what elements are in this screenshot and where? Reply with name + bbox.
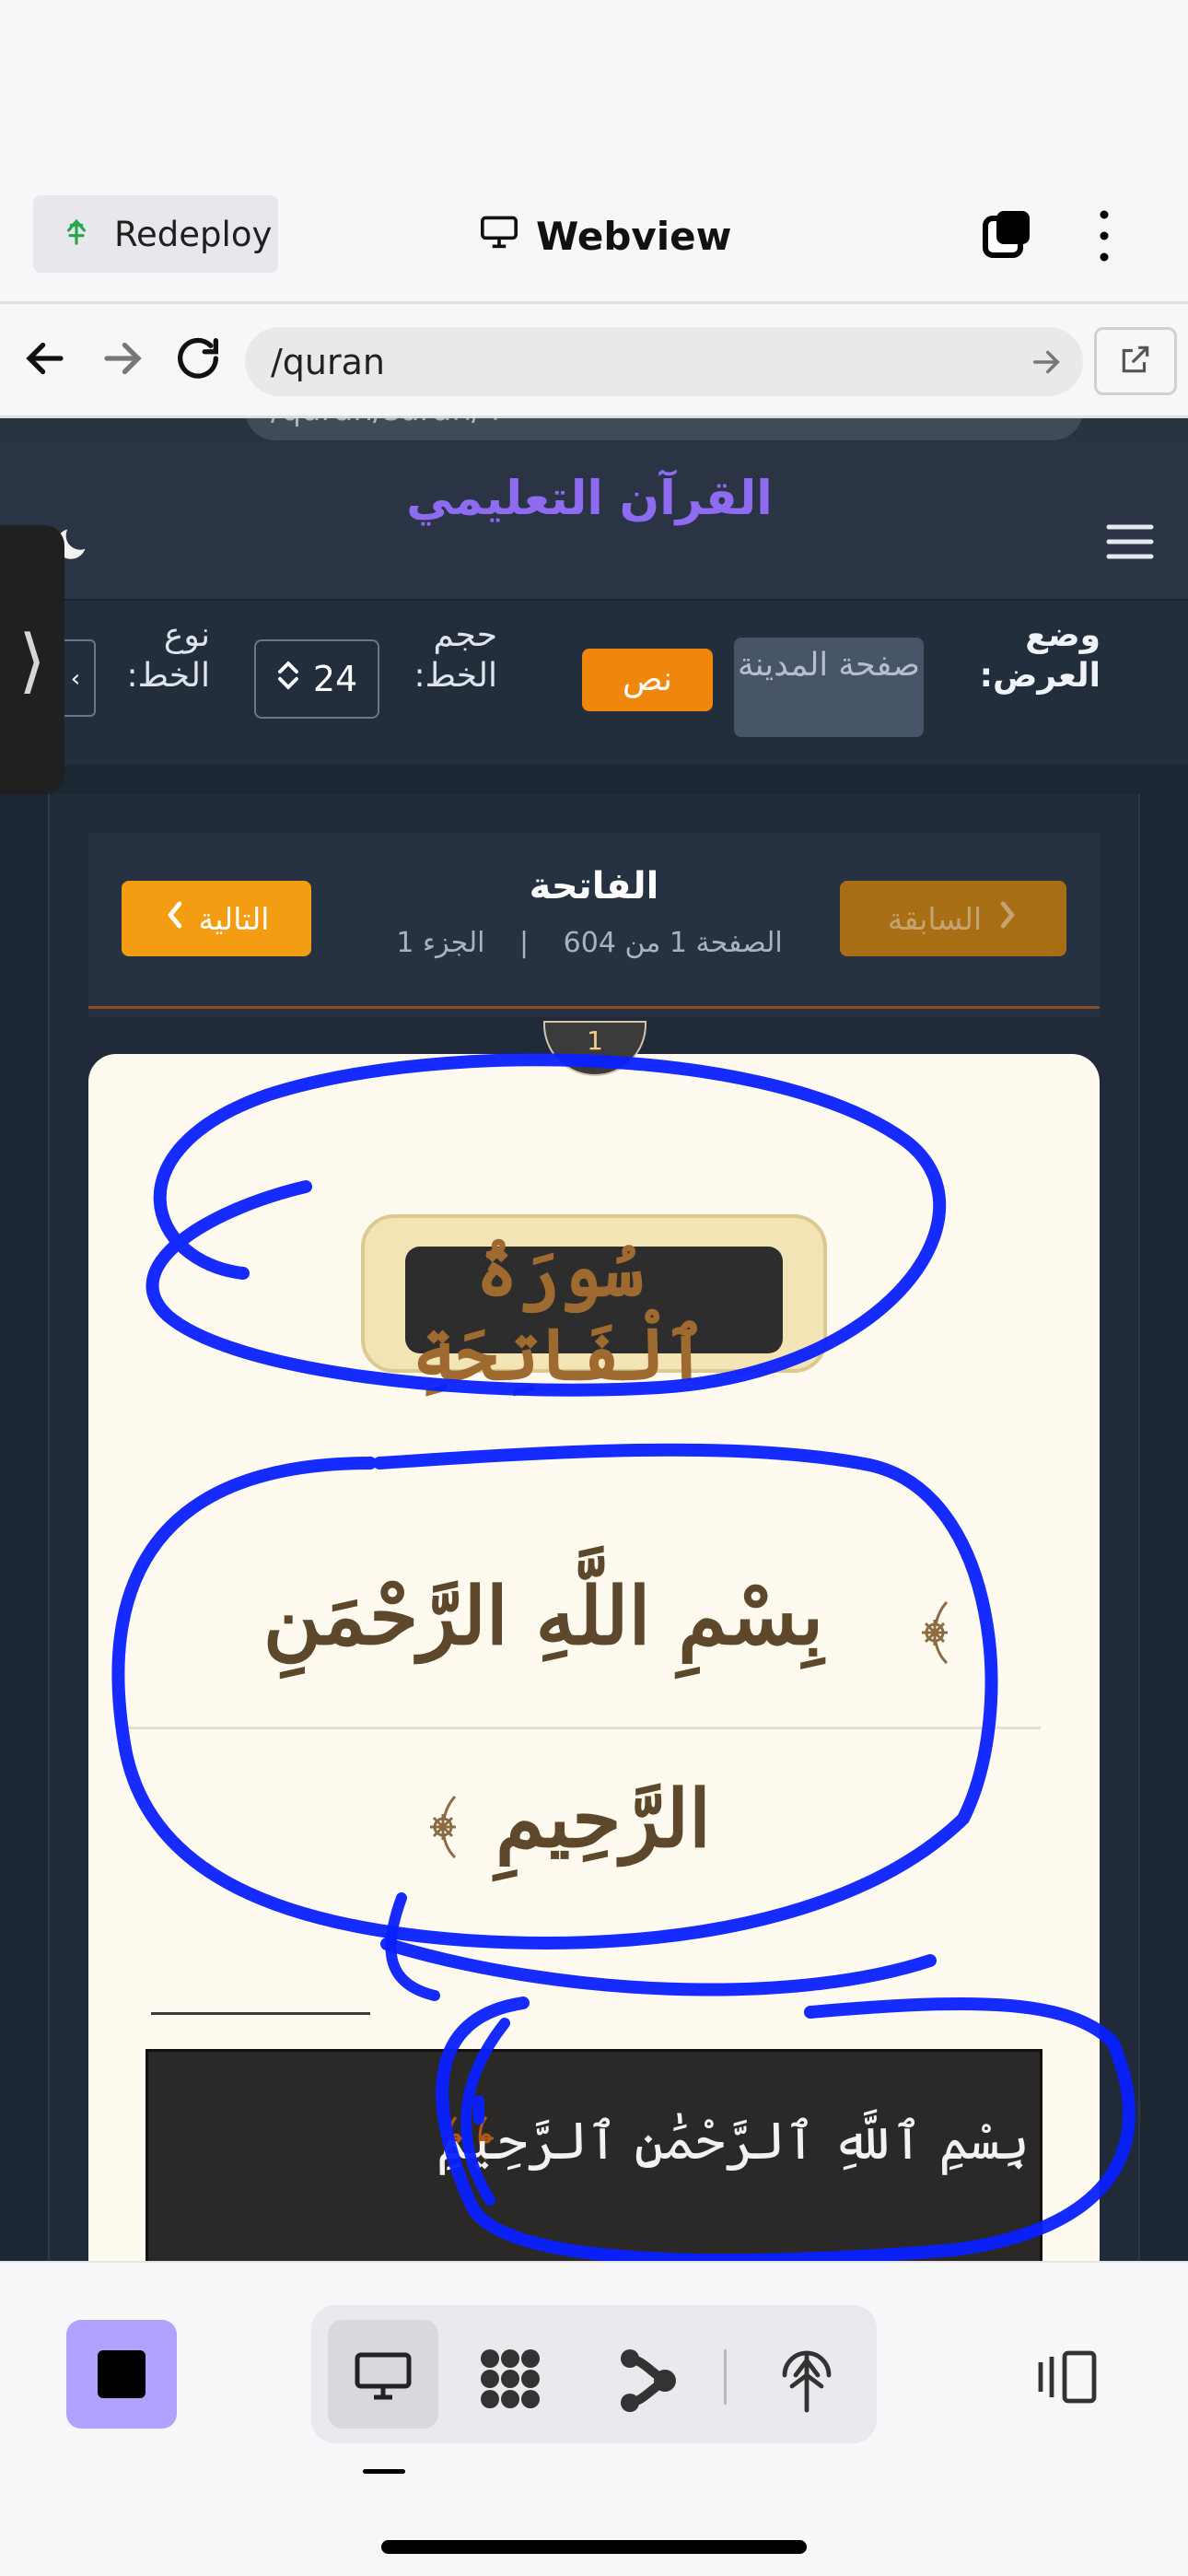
stepper-icon: [276, 659, 300, 700]
arrow-left-icon[interactable]: [18, 332, 72, 385]
display-mode-label: وضع العرض:: [979, 616, 1101, 695]
redeploy-label: Redeploy: [114, 214, 273, 254]
next-label: التالية: [198, 900, 270, 937]
status-bar: [0, 0, 1188, 170]
webview-content: /quran/surah/4 القرآن التعليمي وضع العرض…: [0, 418, 1188, 2261]
view-switcher-separator: [724, 2349, 727, 2405]
hamburger-icon[interactable]: [1103, 520, 1157, 564]
page-info: الصفحة 1 من 604: [563, 927, 783, 959]
reload-icon[interactable]: [171, 332, 225, 385]
grid-icon[interactable]: [473, 2342, 547, 2419]
underlay-url: /quran/surah/4: [245, 418, 1083, 440]
surah-banner-text: سُورَةُ ٱلْفَاتِحَةِ: [413, 1229, 707, 1397]
chevron-right-icon: ⟩: [18, 618, 46, 701]
webview-title: Webview: [479, 210, 731, 262]
surah-name-header: الفاتحة: [529, 865, 659, 907]
network-icon[interactable]: [777, 2342, 836, 2419]
more-vertical-icon[interactable]: [1090, 207, 1118, 264]
previous-page-button[interactable]: السابقة: [840, 881, 1066, 956]
font-size-stepper[interactable]: 24: [254, 639, 379, 719]
basmala-line-two: الرَّحِيمِ: [495, 1773, 711, 1866]
tree-icon: [61, 215, 92, 254]
page-navigation-divider: [88, 1006, 1100, 1009]
stop-button[interactable]: [66, 2320, 177, 2429]
chevron-left-icon: [164, 899, 186, 938]
basmala-line-one: بِسْمِ اللَّهِ الرَّحْمَنِ: [262, 1570, 824, 1663]
font-type-label: نوع الخط:: [126, 616, 210, 695]
previous-label: السابقة: [887, 900, 983, 937]
translation-text: بِسْمِ ٱللَّهِ ٱلرَّحْمَٰنِ ٱلرَّحِيمِ: [436, 2112, 1030, 2172]
desktop-icon: [354, 2351, 413, 2405]
redeploy-button[interactable]: Redeploy: [33, 195, 278, 273]
page-info-separator: |: [519, 927, 530, 959]
chevron-right-icon: [996, 899, 1019, 938]
next-page-button[interactable]: التالية: [122, 881, 311, 956]
verse-ornament-icon: [424, 1794, 470, 1860]
page-meta: الصفحة 1 من 604 | الجزء 1: [359, 927, 820, 959]
basmala-divider: [122, 1727, 1041, 1729]
url-text: /quran: [271, 341, 386, 382]
juz-info: الجزء 1: [396, 927, 485, 959]
webview-title-label: Webview: [536, 213, 732, 259]
sidebar-toggle[interactable]: ⟩: [0, 525, 64, 794]
monitor-icon: [479, 213, 519, 259]
madina-page-button[interactable]: صفحة المدينة: [734, 638, 924, 737]
font-size-label: حجم الخط:: [413, 616, 497, 695]
url-go-icon[interactable]: [1027, 343, 1066, 381]
url-input[interactable]: /quran: [245, 327, 1083, 396]
tabs-icon[interactable]: [980, 207, 1035, 263]
external-link-button[interactable]: [1094, 327, 1177, 395]
verse-ornament-icon: [912, 1599, 961, 1666]
section-rule: [151, 2012, 370, 2015]
active-tab-indicator: [363, 2469, 405, 2474]
arrow-right-icon[interactable]: [96, 332, 149, 385]
home-indicator: [381, 2540, 807, 2554]
text-mode-button[interactable]: نص: [582, 649, 713, 711]
branch-icon[interactable]: [613, 2346, 678, 2419]
external-link-icon: [1118, 342, 1153, 381]
mobile-view-icon[interactable]: [1026, 2348, 1103, 2406]
underlay-browser-strip: /quran/surah/4: [0, 418, 1188, 448]
stop-icon: [98, 2350, 146, 2398]
site-title: القرآن التعليمي: [406, 472, 773, 526]
font-size-value: 24: [312, 659, 358, 699]
desktop-tab[interactable]: [328, 2320, 438, 2429]
